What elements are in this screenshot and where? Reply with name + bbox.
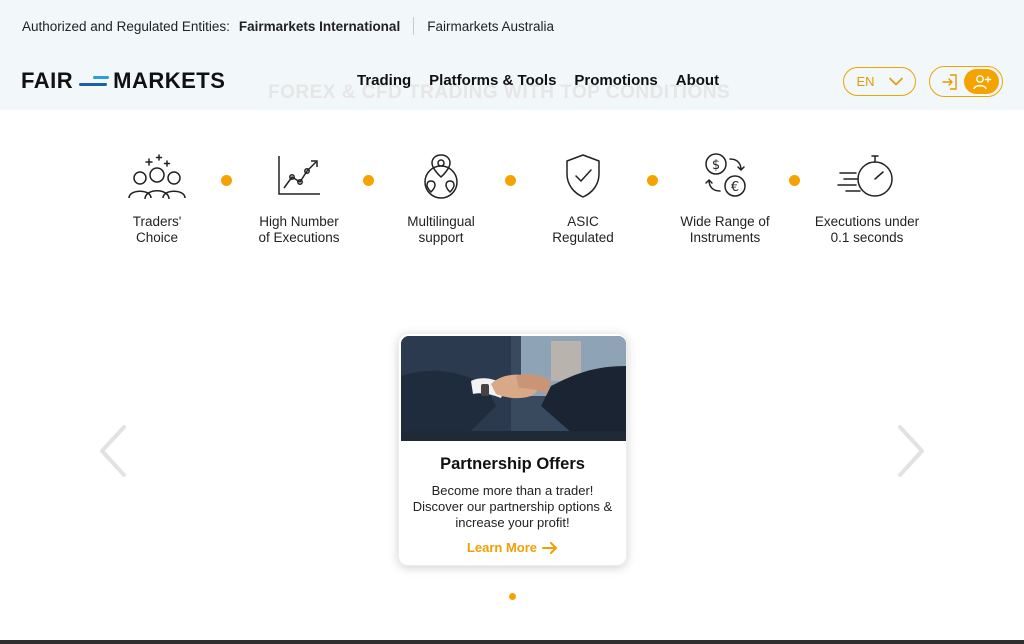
login-button[interactable] [938,70,962,94]
learn-more-link[interactable]: Learn More [399,540,626,555]
svg-text:$: $ [712,158,720,173]
main-nav: Trading Platforms & Tools Promotions Abo… [357,72,719,89]
account-buttons [929,66,1003,97]
handshake-image [401,336,626,441]
entities-label: Authorized and Regulated Entities: [22,18,230,34]
feature-traders-choice: Traders' Choice [86,148,228,246]
feature-caption-line1: Executions under [814,214,920,229]
feature-caption-line1: Wide Range of [680,214,770,229]
chart-icon [278,156,320,195]
language-value: EN [856,74,875,89]
nav-promotions[interactable]: Promotions [574,72,657,89]
feature-caption-line1: Multilingual [407,214,475,229]
feature-caption-line2: Regulated [552,230,614,245]
feature-caption-line1: ASIC [567,214,599,229]
nav-platforms-tools[interactable]: Platforms & Tools [429,72,556,89]
language-select[interactable]: EN [843,67,916,96]
feature-fast-executions: Executions under 0.1 seconds [796,148,938,246]
bottom-edge [0,640,1024,644]
logo-text-markets: MARKETS [113,68,226,93]
feature-high-executions: High Number of Executions [228,148,370,246]
partnership-card: Partnership Offers Become more than a tr… [398,333,627,566]
feature-caption-line1: Traders' [132,214,182,229]
logo-text-fair: FAIR [21,68,74,93]
entity-fairmarkets-international[interactable]: Fairmarkets International [239,19,400,34]
feature-caption-line2: of Executions [258,230,340,245]
add-user-icon [972,74,991,89]
logo-bars-icon [79,76,110,86]
currency-exchange-icon: $ € [705,153,746,197]
carousel-prev-arrow-icon[interactable] [96,424,130,478]
entity-fairmarkets-australia[interactable]: Fairmarkets Australia [427,19,554,34]
feature-caption-line2: Choice [135,230,179,245]
nav-trading[interactable]: Trading [357,72,411,89]
login-icon [942,73,957,90]
carousel-next-arrow-icon[interactable] [894,424,928,478]
features-row: Traders' Choice High Number of Executions … [86,148,938,248]
arrow-right-icon [542,541,558,554]
card-description: Become more than a trader! Discover our … [412,483,613,530]
location-pins-icon [424,154,458,199]
register-button[interactable] [964,69,999,94]
feature-caption-line2: support [418,230,464,245]
feature-caption-line2: Instruments [689,230,761,245]
feature-caption-line2: 0.1 seconds [830,230,904,245]
svg-text:€: € [731,180,739,195]
entities-divider [413,17,415,35]
feature-multilingual: Multilingual support [370,148,512,246]
feature-wide-range: $ € Wide Range of Instruments [654,148,796,246]
feature-caption-line1: High Number [259,214,339,229]
learn-more-label: Learn More [466,540,538,555]
traders-icon [128,154,186,200]
header: Authorized and Regulated Entities: Fairm… [0,0,1024,110]
chevron-down-icon [888,77,903,86]
entities-bar: Authorized and Regulated Entities: Fairm… [22,17,554,35]
stopwatch-speed-icon [837,155,893,197]
logo[interactable]: FAIR MARKETS [21,68,225,94]
nav-about[interactable]: About [676,72,719,89]
card-title: Partnership Offers [440,455,585,473]
shield-check-icon [566,154,600,198]
carousel-pagination-dot[interactable] [509,593,516,600]
feature-asic-regulated: ASIC Regulated [512,148,654,246]
